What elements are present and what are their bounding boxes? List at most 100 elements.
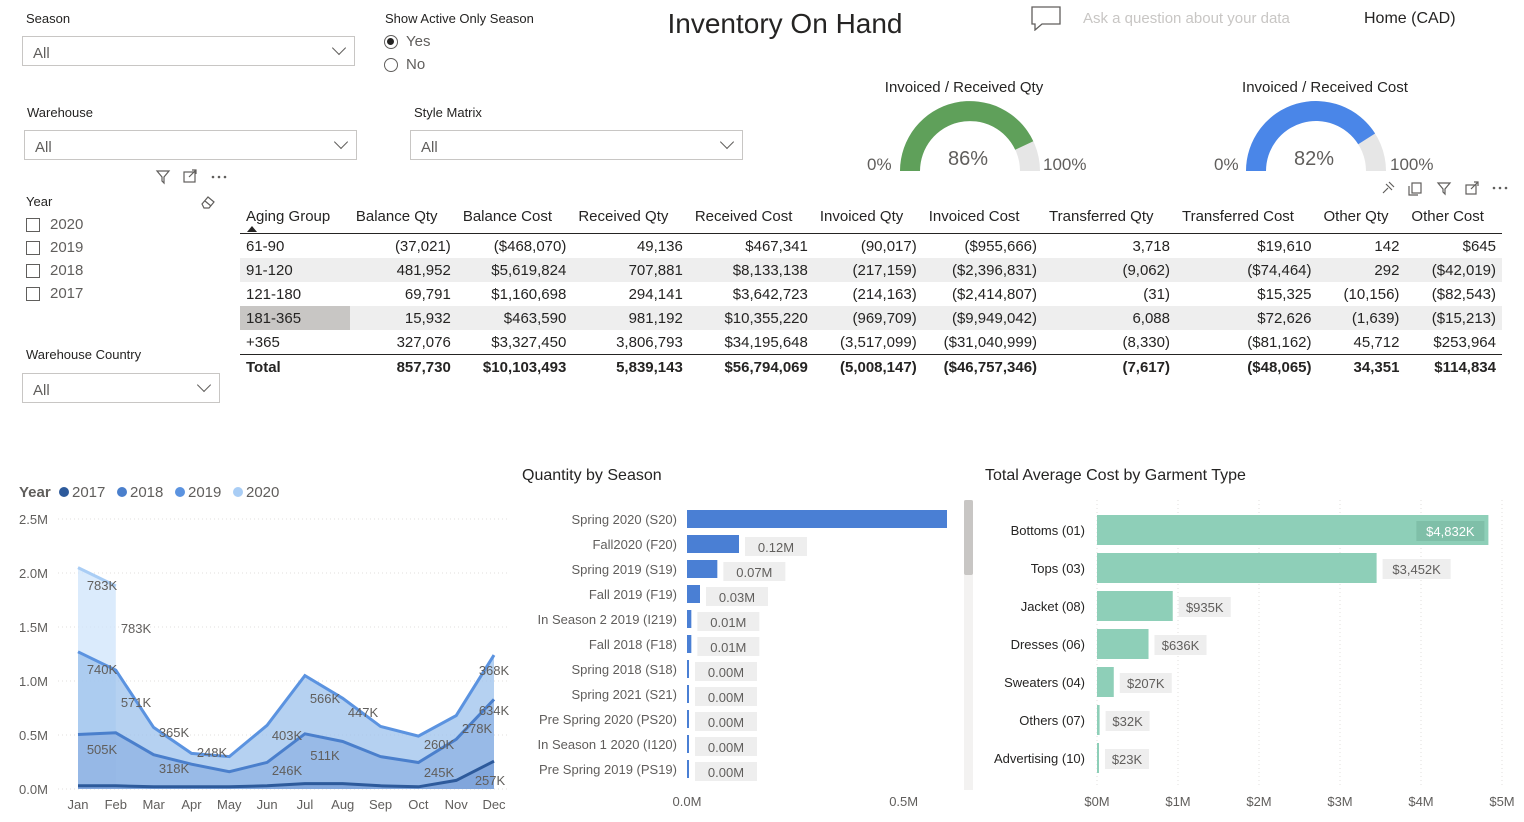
data-label: 505K xyxy=(87,742,118,757)
table-cell: $1,160,698 xyxy=(491,285,567,303)
bar xyxy=(687,685,689,703)
warehouse-slicer-title: Warehouse xyxy=(27,105,93,120)
table-cell: 981,192 xyxy=(572,306,689,330)
quantity-by-season-chart: Spring 2020 (S20) Fall2020 (F20) 0.12M Spri… xyxy=(538,500,973,809)
sort-ascending-icon[interactable] xyxy=(246,225,258,233)
column-header[interactable]: Other Cost xyxy=(1405,202,1502,234)
row-label[interactable]: +365 xyxy=(240,330,350,355)
home-button[interactable]: Home (CAD) xyxy=(1364,10,1456,28)
category-label: Bottoms (01) xyxy=(1011,523,1085,538)
legend-marker-2017 xyxy=(59,487,69,497)
radio-no[interactable]: No xyxy=(384,56,425,73)
bar xyxy=(1097,705,1100,735)
year-option-2019[interactable]: 2019 xyxy=(26,239,83,256)
checkbox-icon xyxy=(26,217,40,232)
total-cell: ($46,757,346) xyxy=(922,354,1044,379)
table-row[interactable]: +365 327,076 $3,327,450 3,806,793 $34,195,64… xyxy=(240,330,1502,355)
warehouse-dropdown[interactable]: All xyxy=(24,130,357,160)
table-cell: ($82,543) xyxy=(1431,285,1496,303)
category-label: In Season 1 2020 (I120) xyxy=(538,737,678,752)
year-option-label: 2020 xyxy=(50,216,84,233)
data-label: 246K xyxy=(272,763,303,778)
copy-icon[interactable] xyxy=(1408,182,1422,196)
data-label: 0.01M xyxy=(710,615,746,630)
column-header[interactable]: Balance Qty xyxy=(349,202,457,234)
x-tick-label: $5M xyxy=(1489,794,1514,809)
bar xyxy=(687,585,700,603)
data-label: 368K xyxy=(479,663,510,678)
bar xyxy=(687,510,947,528)
table-cell: ($31,040,999) xyxy=(943,333,1038,351)
x-tick-label: May xyxy=(217,797,242,812)
table-cell: 45,712 xyxy=(1353,333,1400,351)
data-label: 740K xyxy=(87,662,118,677)
aging-matrix-table: Aging Group Balance Qty Balance Cost Rec… xyxy=(240,202,1502,379)
bar xyxy=(1097,667,1114,697)
table-cell: $645 xyxy=(1462,237,1496,255)
column-header[interactable]: Invoiced Cost xyxy=(922,202,1044,234)
category-label: Advertising (10) xyxy=(994,751,1085,766)
filter-icon[interactable] xyxy=(1436,182,1452,196)
table-cell: 142 xyxy=(1374,237,1400,255)
season-dropdown[interactable]: All xyxy=(22,36,355,66)
table-row[interactable]: 61-90 (37,021) ($468,070) 49,136 $467,341 (90… xyxy=(240,234,1502,259)
year-option-2017[interactable]: 2017 xyxy=(26,285,83,302)
gauge-cost-value: 82% xyxy=(1293,148,1335,170)
year-option-label: 2018 xyxy=(50,262,84,279)
data-label: 245K xyxy=(424,765,455,780)
warehouse-country-dropdown[interactable]: All xyxy=(22,373,220,403)
data-label: 0.00M xyxy=(708,665,744,680)
data-label: 511K xyxy=(310,748,340,763)
data-label: 248K xyxy=(197,745,228,760)
category-label: Pre Spring 2019 (PS19) xyxy=(539,762,677,777)
total-cell: (7,617) xyxy=(1043,354,1176,379)
table-cell: 3,806,793 xyxy=(616,333,683,351)
table-cell: $467,341 xyxy=(745,237,808,255)
table-cell: ($15,213) xyxy=(1405,306,1502,330)
row-label[interactable]: 121-180 xyxy=(240,282,350,306)
table-cell: (8,330) xyxy=(1122,333,1170,351)
table-cell: $463,590 xyxy=(456,306,573,330)
row-label[interactable]: 91-120 xyxy=(240,258,350,282)
data-label: 260K xyxy=(424,737,455,752)
qna-input[interactable]: Ask a question about your data xyxy=(1083,10,1290,27)
focus-mode-icon[interactable] xyxy=(183,169,197,183)
matrix-body: 61-90 (37,021) ($468,070) 49,136 $467,341 (90… xyxy=(240,234,1502,379)
row-label[interactable]: 61-90 xyxy=(240,234,350,259)
pin-icon[interactable] xyxy=(1382,181,1395,194)
year-option-label: 2017 xyxy=(50,285,84,302)
focus-mode-icon[interactable] xyxy=(1465,181,1479,195)
eraser-icon[interactable] xyxy=(199,194,217,210)
table-cell: 15,932 xyxy=(349,306,457,330)
table-row[interactable]: 91-120 481,952 $5,619,824 707,881 $8,133,138… xyxy=(240,258,1502,282)
column-header[interactable]: Transferred Cost xyxy=(1175,202,1318,234)
column-header[interactable]: Received Qty xyxy=(572,202,689,234)
column-header[interactable]: Invoiced Qty xyxy=(813,202,923,234)
x-tick-label: Dec xyxy=(482,797,506,812)
qna-chat-icon[interactable] xyxy=(1030,5,1062,31)
filter-icon[interactable] xyxy=(155,170,171,185)
year-option-2020[interactable]: 2020 xyxy=(26,216,83,233)
radio-yes[interactable]: Yes xyxy=(384,33,430,50)
table-cell: $10,355,220 xyxy=(688,306,814,330)
x-tick-label: 0.0M xyxy=(673,794,702,809)
table-cell: 3,718 xyxy=(1132,237,1170,255)
gauge-qty-max: 100% xyxy=(1043,155,1087,174)
more-options-icon[interactable] xyxy=(211,175,227,179)
year-option-2018[interactable]: 2018 xyxy=(26,262,83,279)
year-option-label: 2019 xyxy=(50,239,84,256)
table-cell: ($955,666) xyxy=(964,237,1038,255)
table-row[interactable]: 181-365 15,932 $463,590 981,192 $10,355,220 (… xyxy=(240,306,1502,330)
column-header[interactable]: Other Qty xyxy=(1317,202,1406,234)
table-cell: ($74,464) xyxy=(1175,258,1318,282)
style-matrix-dropdown[interactable]: All xyxy=(410,130,743,160)
column-header[interactable]: Balance Cost xyxy=(456,202,573,234)
table-cell: $8,133,138 xyxy=(688,258,814,282)
column-header[interactable]: Received Cost xyxy=(688,202,814,234)
more-options-icon[interactable] xyxy=(1492,186,1508,190)
y-tick-label: 2.0M xyxy=(19,566,48,581)
row-label[interactable]: 181-365 xyxy=(240,306,350,330)
column-header[interactable]: Transferred Qty xyxy=(1043,202,1176,234)
total-row: Total 857,730 $10,103,493 5,839,143 $56,794,… xyxy=(240,354,1502,379)
table-row[interactable]: 121-180 69,791 $1,160,698 294,141 $3,642,723… xyxy=(240,282,1502,306)
